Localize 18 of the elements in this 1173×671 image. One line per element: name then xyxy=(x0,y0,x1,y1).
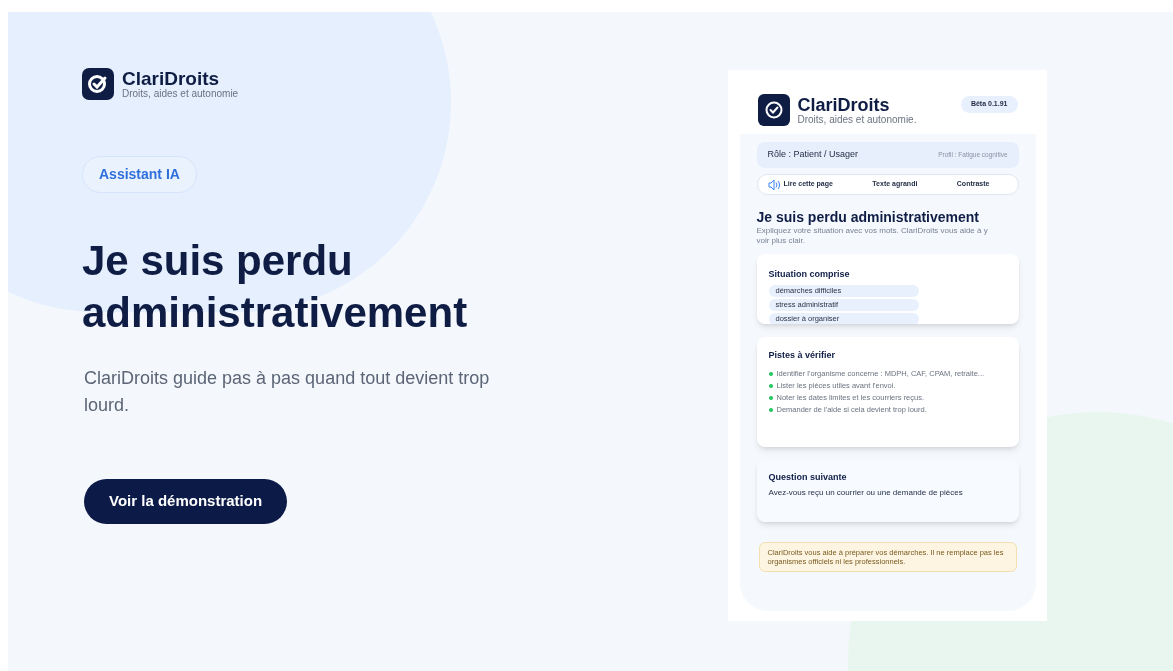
check-logo-icon xyxy=(757,94,790,126)
card-title: Situation comprise xyxy=(768,268,851,281)
headline: Je suis perdu administrativement xyxy=(82,236,469,338)
role-label: Rôle : Patient / Usager xyxy=(767,148,859,162)
page-title: Je suis perdu administrativement xyxy=(756,209,981,225)
brand-name: ClariDroits xyxy=(122,69,221,88)
check-logo-icon xyxy=(82,68,114,100)
lead-text: ClariDroits guide pas à pas quand tout devient trop lourd. xyxy=(84,367,491,417)
intro-text: Expliquez votre situation avec vos mots. ClariDroits vous aide à y voir plus clair. xyxy=(756,226,989,246)
demo-button[interactable]: Voir la démonstration xyxy=(84,479,288,524)
brand-name: ClariDroits xyxy=(797,95,891,114)
question-text: Avez-vous reçu un courrier ou une demande de pièces xyxy=(768,486,964,499)
badge: Assistant IA xyxy=(82,156,197,193)
brand-tagline: Droits, aides et autonomie xyxy=(122,89,239,99)
card-title: Question suivante xyxy=(768,471,848,484)
speaker-icon xyxy=(767,178,782,191)
card-title: Pistes à vérifier xyxy=(768,349,837,362)
brand-tagline: Droits, aides et autonomie. xyxy=(797,114,918,125)
